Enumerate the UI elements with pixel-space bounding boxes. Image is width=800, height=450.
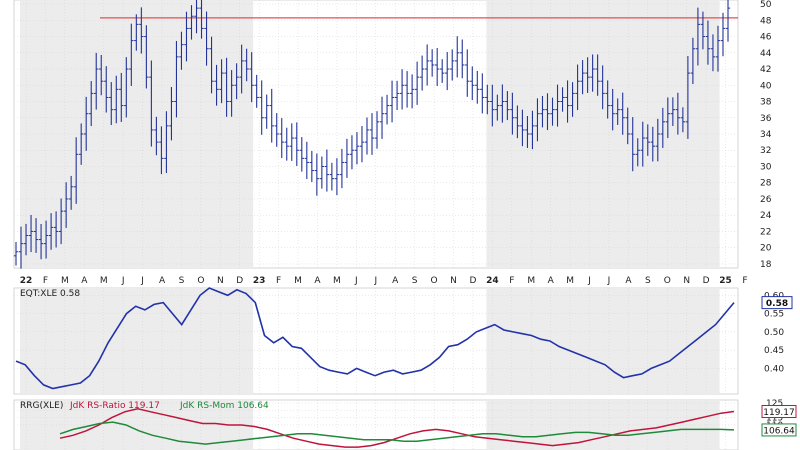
price-y-tick-11: 40 xyxy=(760,81,772,91)
x-tick-label-22: N xyxy=(450,276,457,286)
x-tick-label-29: J xyxy=(587,276,591,286)
rs-y-tick-0: 0.40 xyxy=(764,364,784,374)
rrg-last-value-label-1: 106.64 xyxy=(763,426,795,436)
price-y-tick-16: 50 xyxy=(760,0,772,10)
x-tick-label-2: M xyxy=(61,276,69,286)
rs-y-tick-2: 0.50 xyxy=(764,328,784,338)
price-y-tick-5: 28 xyxy=(760,179,772,189)
price-y-tick-0: 18 xyxy=(760,260,772,270)
price-y-tick-1: 20 xyxy=(760,244,772,254)
x-tick-label-19: A xyxy=(392,276,399,286)
x-tick-label-36: 25 xyxy=(719,276,732,286)
x-tick-label-30: J xyxy=(607,276,611,286)
x-tick-label-27: A xyxy=(548,276,555,286)
x-tick-label-9: O xyxy=(197,276,204,286)
x-tick-label-8: S xyxy=(179,276,185,286)
x-tick-label-10: N xyxy=(217,276,224,286)
price-y-tick-12: 42 xyxy=(760,65,771,75)
x-tick-label-6: J xyxy=(140,276,144,286)
x-tick-label-17: J xyxy=(354,276,358,286)
rrg-rs-mom-label: JdK RS-Mom 106.64 xyxy=(179,401,269,411)
rs-panel-title: EQT:XLE 0.58 xyxy=(20,289,80,299)
price-y-tick-4: 26 xyxy=(760,195,772,205)
price-y-tick-8: 34 xyxy=(760,130,772,140)
x-tick-label-7: A xyxy=(159,276,166,286)
x-tick-label-37: F xyxy=(742,276,747,286)
price-y-tick-10: 38 xyxy=(760,98,772,108)
price-y-tick-7: 32 xyxy=(760,146,771,156)
rrg-last-value-label-0: 119.17 xyxy=(763,408,795,418)
x-tick-label-31: A xyxy=(625,276,632,286)
price-y-tick-6: 30 xyxy=(760,162,772,172)
rrg-panel-title: RRG(XLE) xyxy=(20,401,63,411)
x-tick-label-24: 24 xyxy=(486,276,499,286)
x-tick-label-20: S xyxy=(412,276,418,286)
x-tick-label-35: D xyxy=(703,276,710,286)
rs-last-value-label: 0.58 xyxy=(766,299,788,309)
x-tick-label-5: J xyxy=(121,276,125,286)
x-tick-label-34: N xyxy=(683,276,690,286)
x-tick-label-13: F xyxy=(276,276,281,286)
price-y-tick-13: 44 xyxy=(760,49,772,59)
x-tick-label-4: M xyxy=(100,276,108,286)
rs-y-tick-1: 0.45 xyxy=(764,346,784,356)
rs-y-tick-3: 0.55 xyxy=(764,310,784,320)
x-tick-label-32: S xyxy=(645,276,651,286)
year-shade-1-1 xyxy=(486,288,720,394)
x-tick-label-11: D xyxy=(236,276,243,286)
x-tick-label-26: M xyxy=(527,276,535,286)
x-tick-label-23: D xyxy=(469,276,476,286)
price-y-tick-14: 46 xyxy=(760,33,772,43)
x-tick-label-12: 23 xyxy=(253,276,266,286)
year-shade-0-1 xyxy=(20,288,254,394)
price-y-tick-2: 22 xyxy=(760,227,771,237)
x-tick-label-33: O xyxy=(664,276,671,286)
stock-chart: 22 F M A M J J A S O N D 23 F M A M J J A S O N D 24 F M A M J J A S O N D 2… xyxy=(13,0,797,450)
price-y-tick-9: 36 xyxy=(760,114,772,124)
x-tick-label-25: F xyxy=(509,276,514,286)
x-tick-label-21: O xyxy=(431,276,438,286)
chart-root: 22 F M A M J J A S O N D 23 F M A M J J A S O N D 24 F M A M J J A S O N D 2… xyxy=(0,0,800,450)
x-tick-label-1: F xyxy=(43,276,48,286)
price-y-tick-15: 48 xyxy=(760,16,772,26)
x-tick-label-3: A xyxy=(81,276,88,286)
x-tick-label-16: M xyxy=(333,276,341,286)
x-tick-label-0: 22 xyxy=(20,276,33,286)
x-tick-label-18: J xyxy=(373,276,377,286)
x-tick-label-15: A xyxy=(314,276,321,286)
price-y-tick-3: 24 xyxy=(760,211,772,221)
x-tick-label-14: M xyxy=(294,276,302,286)
rrg-rs-ratio-label: JdK RS-Ratio 119.17 xyxy=(69,401,160,411)
x-tick-label-28: M xyxy=(566,276,574,286)
